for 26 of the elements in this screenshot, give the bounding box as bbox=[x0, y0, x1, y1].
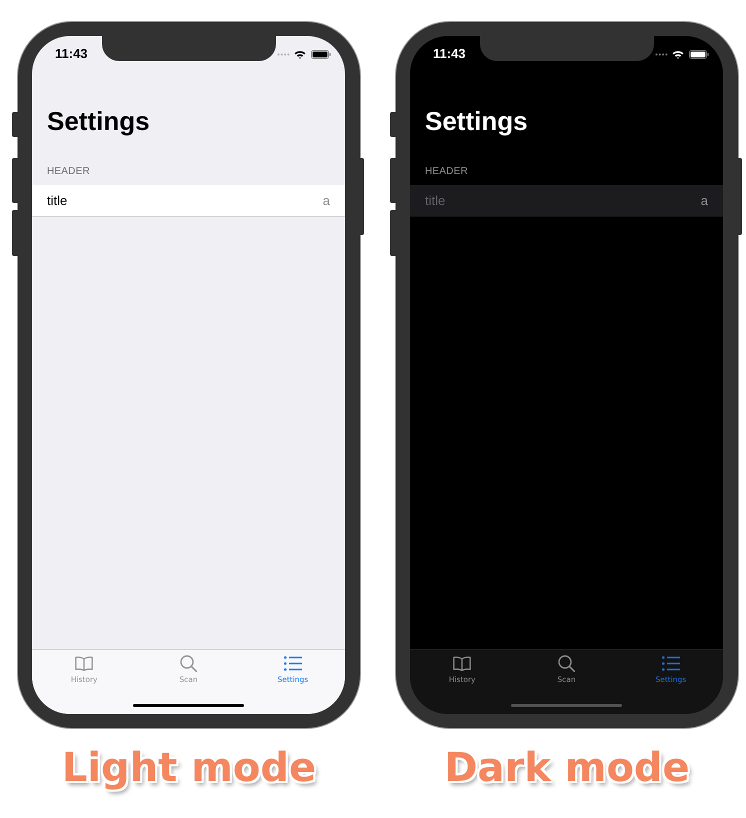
battery-icon bbox=[311, 50, 331, 58]
signal-icon bbox=[277, 52, 290, 56]
settings-row[interactable]: title a bbox=[32, 185, 345, 217]
status-time: 11:43 bbox=[433, 46, 466, 62]
signal-icon bbox=[655, 52, 668, 56]
search-icon bbox=[558, 655, 575, 672]
battery-icon bbox=[689, 50, 709, 58]
wifi-icon bbox=[672, 50, 684, 58]
row-title: title bbox=[47, 193, 68, 208]
status-time: 11:43 bbox=[55, 46, 88, 62]
search-icon bbox=[180, 655, 197, 672]
book-icon bbox=[75, 655, 94, 672]
large-title: Settings bbox=[46, 105, 151, 137]
list-icon bbox=[662, 655, 680, 672]
caption-text: Light mode bbox=[62, 744, 316, 792]
wifi-icon bbox=[294, 50, 306, 58]
large-title: Settings bbox=[424, 105, 529, 137]
book-icon bbox=[453, 655, 472, 672]
row-value: a bbox=[322, 193, 330, 208]
settings-row[interactable]: title a bbox=[410, 185, 723, 217]
row-title: title bbox=[425, 193, 446, 208]
section-header: HEADER bbox=[424, 166, 469, 178]
row-value: a bbox=[700, 193, 708, 208]
section-header: HEADER bbox=[46, 166, 91, 178]
caption-text: Dark mode bbox=[444, 744, 690, 792]
list-icon bbox=[284, 655, 302, 672]
